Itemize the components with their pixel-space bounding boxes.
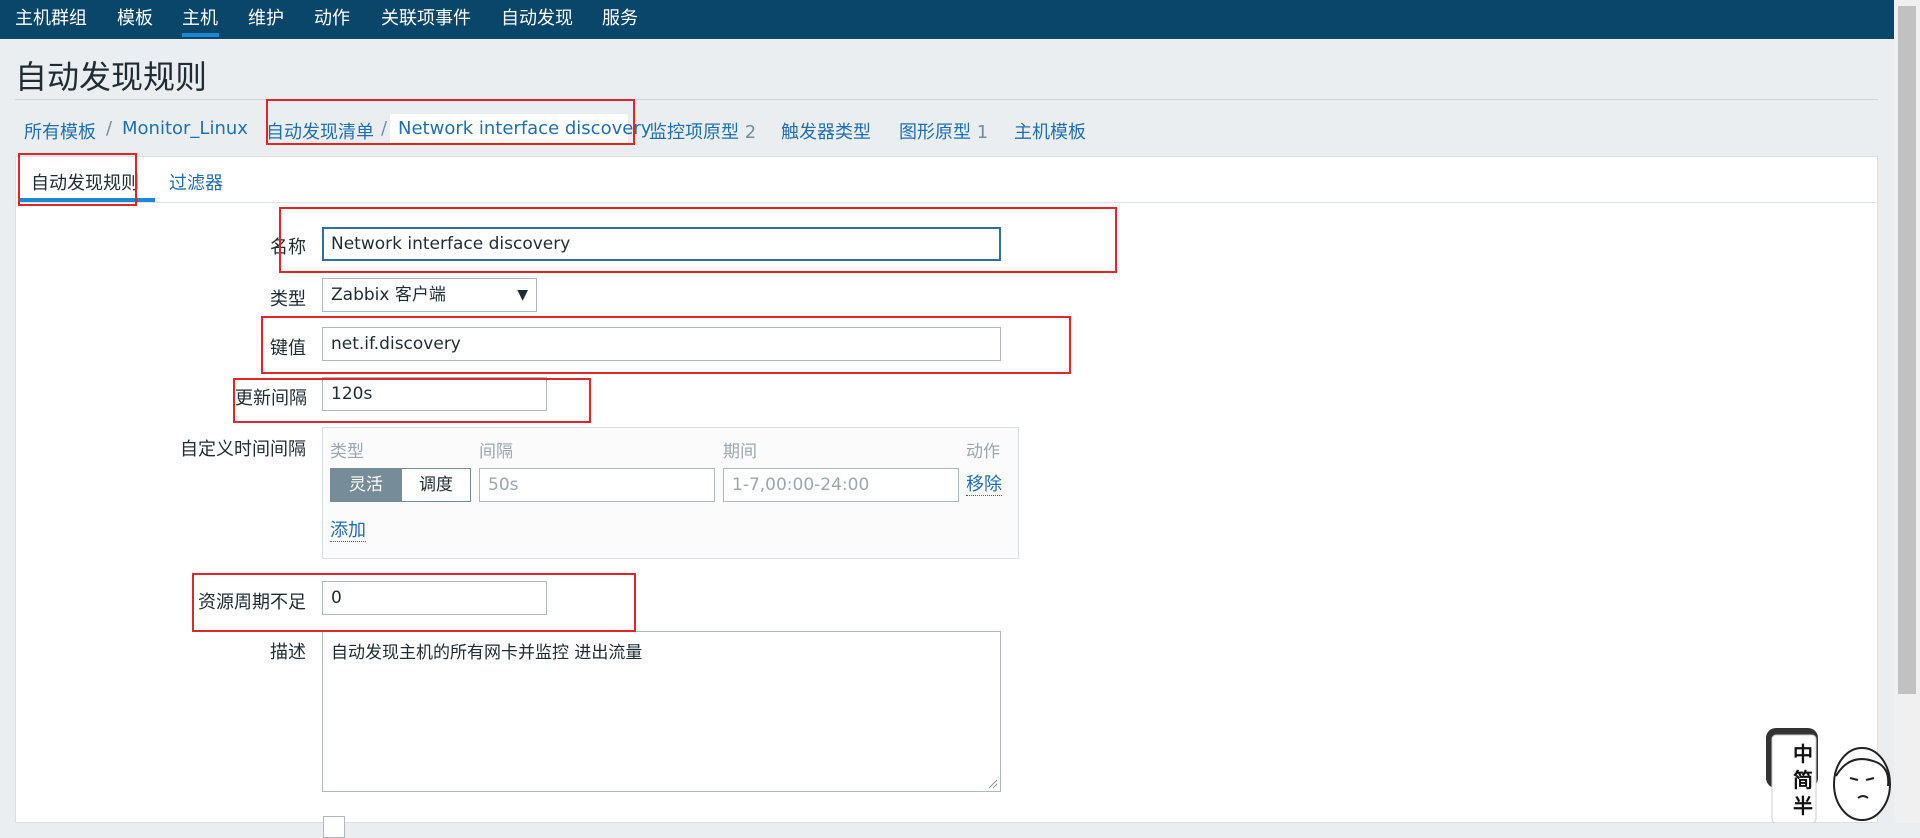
nav-host-groups[interactable]: 主机群组	[15, 4, 87, 30]
type-label: 类型	[270, 289, 306, 310]
add-interval-link[interactable]: 添加	[330, 521, 366, 542]
nav-active-indicator	[182, 33, 219, 37]
interval-input[interactable]: 50s	[479, 468, 715, 502]
description-label: 描述	[270, 642, 306, 663]
description-text: 自动发现主机的所有网卡并监控 进出流量	[331, 643, 643, 663]
page-scrollbar-thumb[interactable]	[1898, 6, 1916, 694]
page-title: 自动发现规则	[15, 58, 208, 96]
sticker-character-icon	[1766, 728, 1891, 824]
keep-lost-period-label: 资源周期不足	[198, 592, 306, 613]
period-input[interactable]: 1-7,00:00-24:00	[723, 468, 959, 502]
custom-intervals-col-action: 动作	[966, 442, 1000, 462]
resize-grip-icon[interactable]	[988, 779, 998, 789]
nav-correlation[interactable]: 关联项事件	[381, 4, 471, 30]
subnav-graph-prototypes-label: 图形原型	[899, 122, 971, 143]
tab-filters[interactable]: 过滤器	[169, 169, 223, 195]
keep-lost-period-input[interactable]: 0	[322, 581, 547, 615]
nav-templates[interactable]: 模板	[117, 4, 153, 30]
dropdown-arrow-icon: ▼	[517, 287, 528, 303]
type-select[interactable]: Zabbix 客户端 ▼	[322, 278, 537, 312]
sticker-overlay: 中 简 半	[1766, 728, 1894, 824]
subnav-item-prototypes-count: 2	[744, 122, 757, 143]
tab-discovery-rule[interactable]: 自动发现规则	[31, 169, 139, 195]
type-select-value: Zabbix 客户端	[331, 285, 446, 305]
sticker-char-3: 半	[1793, 794, 1813, 818]
breadcrumb-current-rule[interactable]: Network interface discovery	[398, 118, 651, 139]
nav-maintenance[interactable]: 维护	[248, 4, 284, 30]
custom-intervals-label: 自定义时间间隔	[180, 439, 306, 460]
key-input[interactable]: net.if.discovery	[322, 327, 1001, 361]
nav-services[interactable]: 服务	[602, 4, 638, 30]
custom-intervals-col-period: 期间	[723, 442, 757, 462]
top-navigation: 主机群组 模板 主机 维护 动作 关联项事件 自动发现 服务	[0, 0, 1894, 39]
custom-intervals-col-type: 类型	[330, 442, 364, 462]
nav-hosts[interactable]: 主机	[182, 4, 218, 30]
interval-type-flexible-button[interactable]: 灵活	[330, 468, 402, 502]
breadcrumb-separator: /	[106, 118, 113, 139]
enabled-checkbox[interactable]	[323, 816, 345, 838]
breadcrumb-discovery-list[interactable]: 自动发现清单	[266, 118, 374, 144]
tab-divider	[15, 202, 1878, 203]
nav-discovery[interactable]: 自动发现	[501, 4, 573, 30]
custom-intervals-col-interval: 间隔	[479, 442, 513, 462]
sticker-char-1: 中	[1793, 742, 1813, 766]
breadcrumb-separator: /	[381, 118, 388, 139]
breadcrumb-template[interactable]: Monitor_Linux	[122, 118, 248, 139]
breadcrumb-all-templates[interactable]: 所有模板	[24, 118, 96, 144]
update-interval-label: 更新间隔	[235, 388, 307, 409]
subnav-graph-prototypes[interactable]: 图形原型 1	[899, 118, 988, 144]
key-label: 键值	[270, 338, 306, 359]
name-input[interactable]: Network interface discovery	[322, 227, 1001, 261]
interval-type-scheduling-button[interactable]: 调度	[401, 468, 471, 502]
subnav-trigger-types[interactable]: 触发器类型	[781, 118, 871, 144]
subnav-graph-prototypes-count: 1	[976, 122, 989, 143]
description-textarea[interactable]: 自动发现主机的所有网卡并监控 进出流量	[322, 631, 1001, 792]
subnav-item-prototypes[interactable]: 监控项原型 2	[649, 118, 756, 144]
subnav-item-prototypes-label: 监控项原型	[649, 122, 739, 143]
title-divider	[15, 99, 1878, 100]
sticker-char-2: 简	[1793, 768, 1813, 792]
name-label: 名称	[270, 237, 306, 258]
nav-actions[interactable]: 动作	[314, 4, 350, 30]
remove-interval-link[interactable]: 移除	[966, 475, 1002, 496]
subnav-host-templates[interactable]: 主机模板	[1014, 118, 1086, 144]
update-interval-input[interactable]: 120s	[322, 377, 547, 411]
